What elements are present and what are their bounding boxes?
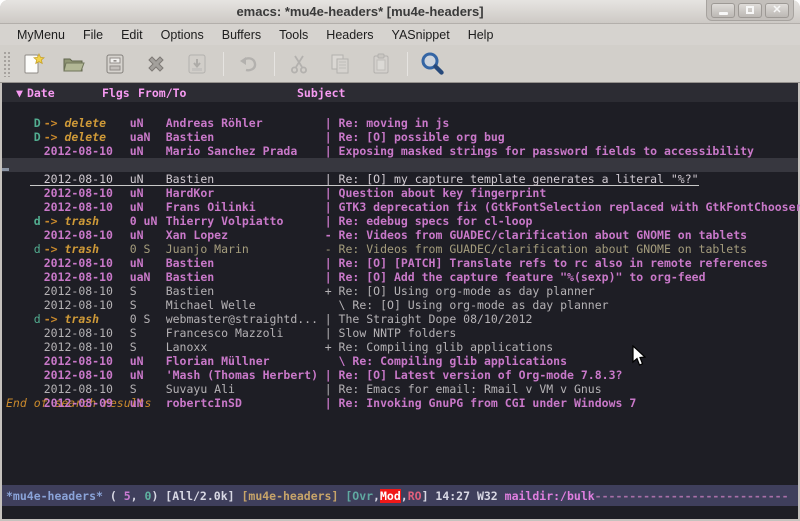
modeline-segment-teal2: [Ovr [345, 489, 373, 503]
menu-item-help[interactable]: Help [459, 26, 503, 44]
new-file-icon [21, 52, 45, 76]
search-icon [419, 51, 445, 77]
modeline-segment-plain [338, 489, 345, 503]
menu-item-buffers[interactable]: Buffers [213, 26, 270, 44]
modeline-segment-path: maildir:/bulk [505, 489, 595, 503]
message-row[interactable]: 2012-08-10 S Bastien + Re: [O] Using org… [2, 270, 798, 284]
sort-descending-icon: ▼ [16, 86, 23, 100]
menu-item-yasnippet[interactable]: YASnippet [383, 26, 459, 44]
modeline-segment-plain: ) [All/2.0k] [151, 489, 241, 503]
paste-clipboard-icon [369, 52, 393, 76]
message-row[interactable]: 2012-08-10 S Lanoxx + Re: Compiling glib… [2, 326, 798, 340]
menu-item-mymenu[interactable]: MyMenu [8, 26, 74, 44]
menu-bar: MyMenuFileEditOptionsBuffersToolsHeaders… [0, 24, 800, 45]
message-row[interactable]: d -> trash 0 uN Thierry Volpiatto | Re: … [2, 200, 798, 214]
emacs-window: emacs: *mu4e-headers* [mu4e-headers] ✕ M… [0, 0, 800, 521]
mu4e-headers-buffer: ▼Date Flgs From/To Subject D -> delete u… [0, 83, 800, 519]
message-row[interactable]: 2012-08-10 uN HardKor | Question about k… [2, 172, 798, 186]
from-cell: robertcInSD [166, 396, 325, 410]
save-buffer-button[interactable] [100, 49, 130, 79]
echo-area [2, 506, 798, 519]
window-controls: ✕ [706, 0, 794, 21]
copy-button[interactable] [325, 49, 355, 79]
copy-icon [328, 52, 352, 76]
toolbar-separator [223, 52, 224, 76]
mode-line[interactable]: *mu4e-headers* ( 5, 0) [All/2.0k] [mu4e-… [2, 485, 798, 506]
date-cell: 2012-08-09 [44, 396, 130, 410]
toolbar-grip-handle[interactable] [3, 51, 10, 77]
minimize-button[interactable] [711, 3, 735, 18]
message-row[interactable]: 2012-08-10 S Suvayu Ali | Re: Emacs for … [2, 368, 798, 382]
modeline-segment-plain: , [401, 489, 408, 503]
search-button[interactable] [417, 49, 447, 79]
undo-button[interactable] [233, 49, 263, 79]
menu-item-options[interactable]: Options [152, 26, 213, 44]
message-row[interactable]: d -> trash 0 S Juanjo Marin - Re: Videos… [2, 228, 798, 242]
maximize-button[interactable] [738, 3, 762, 18]
tool-bar [0, 45, 800, 83]
modeline-segment-plain: ] 14:27 W32 [422, 489, 505, 503]
header-line: ▼Date Flgs From/To Subject [2, 83, 798, 102]
title-bar[interactable]: emacs: *mu4e-headers* [mu4e-headers] ✕ [0, 0, 800, 24]
new-file-button[interactable] [18, 49, 48, 79]
message-row[interactable]: 2012-08-10 uN Xan Lopez - Re: Videos fro… [2, 214, 798, 228]
column-header-flags[interactable]: Flgs [102, 86, 138, 102]
modeline-segment-khaki: [mu4e-headers] [241, 489, 338, 503]
modeline-segment-mod: Mod [380, 489, 401, 503]
subject-cell: | Re: Invoking GnuPG from CGI under Wind… [325, 396, 637, 410]
modeline-segment-plain: , [373, 489, 380, 503]
message-row[interactable]: 2012-08-10 uN Florian Müllner \ Re: Comp… [2, 340, 798, 354]
cut-scissors-icon [287, 52, 311, 76]
close-x-icon [144, 52, 168, 76]
message-row[interactable]: 2012-08-10 uN Bastien | Re: [O] Birthday… [2, 144, 798, 158]
message-row[interactable]: 2012-08-10 S Francesco Mazzoli | Slow NN… [2, 312, 798, 326]
open-folder-icon [62, 52, 86, 76]
message-row[interactable]: 2012-08-10 uN Frans Oilinki | GTK3 depre… [2, 186, 798, 200]
message-row[interactable]: 2012-08-09 uN robertcInSD | Re: Invoking… [2, 382, 798, 396]
toolbar-separator [274, 52, 275, 76]
modeline-segment-magenta: 5 [124, 489, 131, 503]
message-row[interactable]: 2012-08-10 S Michael Welle \ Re: [O] Usi… [2, 284, 798, 298]
modeline-segment-buffer-name: *mu4e-headers* [6, 489, 103, 503]
message-row[interactable]: D -> delete uN Andreas Röhler | Re: movi… [2, 102, 798, 116]
save-icon [103, 52, 127, 76]
menu-item-headers[interactable]: Headers [317, 26, 382, 44]
message-row[interactable]: 2012-08-10 uN 'Mash (Thomas Herbert) | R… [2, 354, 798, 368]
open-file-button[interactable] [59, 49, 89, 79]
message-row[interactable]: 2012-08-10 uN Bastien | Re: [O] [PATCH] … [2, 242, 798, 256]
maximize-icon [746, 6, 754, 14]
flags-cell: uN [130, 396, 166, 410]
save-as-icon [185, 52, 209, 76]
close-button[interactable]: ✕ [765, 3, 789, 18]
paste-button[interactable] [366, 49, 396, 79]
undo-icon [236, 52, 260, 76]
modeline-segment-teal: 0 [145, 489, 152, 503]
write-file-button[interactable] [182, 49, 212, 79]
window-title: emacs: *mu4e-headers* [mu4e-headers] [236, 4, 483, 19]
menu-item-edit[interactable]: Edit [112, 26, 152, 44]
message-row[interactable]: 2012-08-10 uN Bastien | Re: [O] my captu… [2, 158, 798, 172]
minimize-icon [719, 12, 728, 15]
menu-item-tools[interactable]: Tools [270, 26, 317, 44]
message-row[interactable]: 2012-08-10 uaN Bastien | Re: [O] Add the… [2, 256, 798, 270]
close-icon: ✕ [772, 5, 781, 16]
cut-button[interactable] [284, 49, 314, 79]
modeline-segment-plain: , [131, 489, 145, 503]
menu-item-file[interactable]: File [74, 26, 112, 44]
modeline-segment-ro: RO [408, 489, 422, 503]
message-row[interactable]: d -> trash 0 S webmaster@straightd... | … [2, 298, 798, 312]
modeline-segment-plain: ( [103, 489, 124, 503]
column-header-from[interactable]: From/To [138, 86, 297, 102]
message-row[interactable]: 2012-08-10 uN Mario Sanchez Prada | Expo… [2, 130, 798, 144]
mark-char [34, 396, 44, 410]
column-header-date[interactable]: ▼Date [16, 86, 102, 102]
message-list: D -> delete uN Andreas Röhler | Re: movi… [2, 102, 798, 396]
toolbar-separator [407, 52, 408, 76]
current-line-fringe-marker [2, 168, 9, 171]
column-header-subject[interactable]: Subject [297, 86, 345, 102]
close-buffer-button[interactable] [141, 49, 171, 79]
message-row[interactable]: D -> delete uaN Bastien | Re: [O] possib… [2, 116, 798, 130]
modeline-segment-dashes: ---------------------------- [595, 489, 789, 503]
